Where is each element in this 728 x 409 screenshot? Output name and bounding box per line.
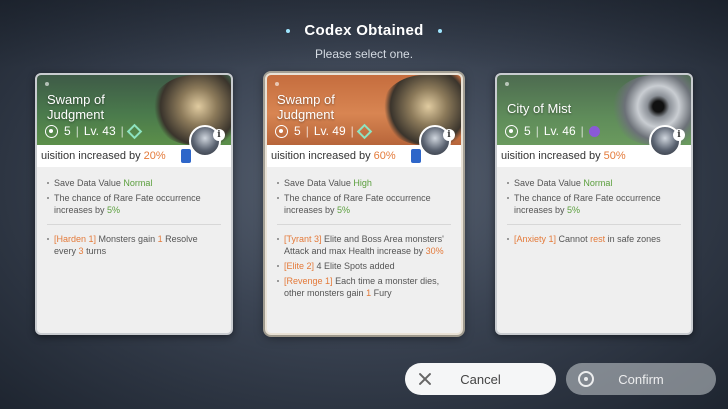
cancel-button[interactable]: Cancel	[405, 363, 556, 395]
codex-card-1[interactable]: Swamp of Judgment 5 | Lv. 43 | i uisitio…	[35, 73, 233, 335]
effect-line: [Elite 2] 4 Elite Spots added	[277, 260, 451, 272]
card-tag	[275, 81, 282, 87]
card-stats: 5 | Lv. 46 |	[505, 123, 600, 139]
effect-line: [Anxiety 1] Cannot rest in safe zones	[507, 233, 681, 245]
card-tag	[45, 81, 52, 87]
stat-gear-icon	[275, 124, 288, 138]
chip-icon	[181, 149, 191, 163]
fate-line: The chance of Rare Fate occurrence incre…	[47, 192, 221, 216]
effect-line: [Revenge 1] Each time a monster dies, ot…	[277, 275, 451, 299]
save-data-line: Save Data Value Normal	[47, 177, 221, 189]
divider	[507, 224, 681, 225]
card-name: Swamp of Judgment	[277, 92, 335, 122]
save-data-line: Save Data Value High	[277, 177, 451, 189]
info-icon[interactable]: i	[213, 129, 225, 141]
card-body: Save Data Value Normal The chance of Rar…	[497, 167, 691, 245]
divider	[47, 224, 221, 225]
confirm-label: Confirm	[618, 371, 664, 387]
card-body: Save Data Value Normal The chance of Rar…	[37, 167, 231, 257]
effect-line: [Tyrant 3] Elite and Boss Area monsters'…	[277, 233, 451, 257]
close-icon	[417, 371, 433, 387]
card-tag	[505, 81, 512, 87]
stat-count: 5	[64, 124, 71, 138]
card-level: Lv. 49	[313, 124, 346, 138]
affinity-diamond-icon	[126, 123, 143, 139]
info-icon[interactable]: i	[673, 129, 685, 141]
stat-count: 5	[294, 124, 301, 138]
stat-count: 5	[524, 124, 531, 138]
chip-icon	[411, 149, 421, 163]
codex-card-3[interactable]: City of Mist 5 | Lv. 46 | i uisition inc…	[495, 73, 693, 335]
bonus-pct: 60%	[373, 150, 396, 162]
cancel-label: Cancel	[460, 371, 501, 387]
info-icon[interactable]: i	[443, 129, 455, 141]
stat-gear-icon	[505, 124, 518, 138]
divider	[277, 224, 451, 225]
confirm-circle-icon	[578, 371, 594, 387]
bonus-pct: 50%	[603, 150, 626, 162]
effect-line: [Harden 1] Monsters gain 1 Resolve every…	[47, 233, 221, 257]
card-name: Swamp of Judgment	[47, 92, 105, 122]
title-dot-icon	[437, 29, 442, 34]
card-level: Lv. 46	[543, 124, 576, 138]
confirm-button[interactable]: Confirm	[566, 363, 716, 395]
stat-gear-icon	[45, 124, 58, 138]
codex-card-2[interactable]: Swamp of Judgment 5 | Lv. 49 | i uisitio…	[265, 73, 463, 335]
fate-line: The chance of Rare Fate occurrence incre…	[277, 192, 451, 216]
page-title: Codex Obtained	[0, 22, 728, 39]
bonus-pct: 20%	[143, 150, 166, 162]
page-subtitle: Please select one.	[314, 47, 414, 61]
affinity-orb-icon	[588, 125, 600, 137]
title-text: Codex Obtained	[304, 22, 424, 39]
card-level: Lv. 43	[83, 124, 116, 138]
card-stats: 5 | Lv. 43 |	[45, 123, 143, 139]
card-name: City of Mist	[507, 101, 572, 116]
title-dot-icon	[286, 29, 291, 34]
save-data-line: Save Data Value Normal	[507, 177, 681, 189]
fate-line: The chance of Rare Fate occurrence incre…	[507, 192, 681, 216]
affinity-diamond-icon	[356, 123, 373, 139]
card-stats: 5 | Lv. 49 |	[275, 123, 373, 139]
card-body: Save Data Value High The chance of Rare …	[267, 167, 461, 299]
